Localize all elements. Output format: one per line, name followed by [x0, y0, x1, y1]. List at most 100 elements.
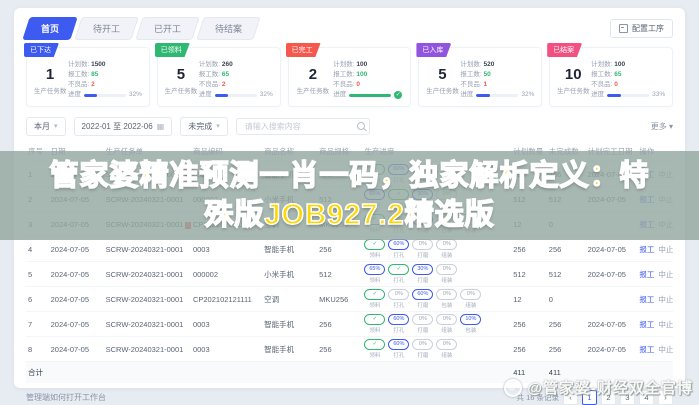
report-work-link[interactable]: 报工 — [639, 320, 654, 329]
cell-index: 6 — [26, 287, 49, 312]
stat-label: 报工数: — [68, 71, 91, 78]
cell-order: SCRW-20240321-0001 — [104, 337, 191, 362]
step-label: 打磨 — [417, 251, 428, 259]
cell-actions: 报工中止 — [637, 312, 673, 337]
step-label: 打磨 — [417, 301, 428, 309]
step-label: 打孔 — [393, 326, 404, 334]
stat-value: 65 — [222, 71, 229, 78]
report-work-link[interactable]: 报工 — [639, 245, 654, 254]
stat-card-0: 已下达1生产任务数计划数: 1500报工数: 85不良品: 2进度32% — [26, 47, 150, 107]
tab-2[interactable]: 已开工 — [135, 17, 199, 40]
cell-progress: ✓领料0%打孔60%打磨0%包装0%组装 — [362, 287, 511, 312]
cell-code: 0003 — [191, 337, 262, 362]
report-work-link[interactable]: 报工 — [639, 270, 654, 279]
status-select[interactable]: 未完成 ▾ — [180, 117, 228, 136]
stop-link[interactable]: 中止 — [658, 295, 673, 304]
stop-link[interactable]: 中止 — [658, 270, 673, 279]
order-number: SCRW-20240321-0001 — [106, 320, 184, 329]
stat-value: 50 — [483, 71, 490, 78]
process-step: ✓领料 — [364, 239, 385, 259]
step-label: 打孔 — [393, 251, 404, 259]
stop-link[interactable]: 中止 — [658, 245, 673, 254]
step-progress-chip: 0% — [412, 314, 433, 325]
stat-label: 不良品: — [68, 81, 91, 88]
stat-value: 100 — [614, 61, 625, 68]
search-input[interactable] — [243, 121, 357, 132]
tab-label: 待开工 — [93, 22, 120, 35]
date-range-picker[interactable]: 2022-01 至 2022-06 ▦ — [74, 117, 173, 136]
stat-card-1: 已领料5生产任务数计划数: 260报工数: 65不良品: 2进度32% — [157, 47, 281, 107]
step-label: 领料 — [369, 251, 380, 259]
period-select[interactable]: 本月 ▾ — [26, 117, 66, 136]
progress-label: 进度 — [333, 90, 346, 100]
promo-text: 管家婆精准预测一肖一码，独家解析定义：特 殊版JOB927.2精选版 — [14, 157, 685, 235]
top-bar: 首页 待开工 已开工 待结案 配置工序 — [26, 16, 673, 40]
stop-link[interactable]: 中止 — [658, 345, 673, 354]
step-label: 组装 — [465, 301, 476, 309]
stop-link[interactable]: 中止 — [658, 320, 673, 329]
cell-actions: 报工中止 — [637, 237, 673, 262]
tab-label: 首页 — [41, 22, 59, 35]
status-badge: 已下达 — [24, 43, 59, 57]
step-progress-chip: 60% — [388, 339, 409, 350]
step-label: 打磨 — [417, 276, 428, 284]
step-progress-chip: 65% — [364, 264, 385, 275]
status-badge: 已结案 — [547, 43, 582, 57]
stat-line: 计划数: 100 — [333, 60, 402, 70]
progress-bar — [476, 94, 518, 97]
card-caption: 生产任务数 — [557, 85, 590, 95]
cell-spec: 256 — [317, 337, 362, 362]
step-chips: ✓领料60%打孔0%打磨0%组装 — [364, 239, 509, 259]
order-number: SCRW-20240321-0001 — [106, 245, 184, 254]
process-step: ✓领料 — [364, 289, 385, 309]
cell-date: 2024-07-05 — [49, 312, 104, 337]
process-step: 0%组装 — [436, 239, 457, 259]
stat-line: 计划数: 1500 — [68, 60, 142, 70]
cell-finish-date: 2024-07-05 — [586, 237, 638, 262]
totals-label: 合计 — [26, 362, 511, 384]
stat-value: 65 — [614, 71, 621, 78]
step-label: 组装 — [441, 251, 452, 259]
step-progress-chip: 0% — [436, 239, 457, 250]
step-progress-chip: 0% — [412, 339, 433, 350]
card-value: 5 — [426, 66, 459, 83]
step-progress-chip: 0% — [388, 289, 409, 300]
process-step: 0%组装 — [436, 314, 457, 334]
config-button[interactable]: 配置工序 — [610, 19, 673, 38]
cell-order: SCRW-20240321-0001 — [104, 312, 191, 337]
card-caption: 生产任务数 — [34, 85, 67, 95]
cell-order: SCRW-20240321-0001 — [104, 262, 191, 287]
stat-cards: 已下达1生产任务数计划数: 1500报工数: 85不良品: 2进度32%已领料5… — [26, 47, 673, 107]
progress-bar — [607, 94, 649, 97]
progress-percent: 32% — [260, 90, 273, 100]
tab-label: 待结案 — [215, 22, 242, 35]
tab-1[interactable]: 待开工 — [74, 17, 138, 40]
cell-spec: 512 — [317, 262, 362, 287]
cell-actions: 报工中止 — [637, 337, 673, 362]
stat-label: 不良品: — [199, 81, 222, 88]
tab-3[interactable]: 待结案 — [196, 17, 260, 40]
status-badge: 已入库 — [416, 43, 451, 57]
step-progress-chip: ✓ — [364, 314, 385, 325]
stat-value: 100 — [356, 61, 367, 68]
tab-0[interactable]: 首页 — [22, 17, 77, 40]
process-step: ✓领料 — [364, 314, 385, 334]
stat-value: 0 — [356, 81, 360, 88]
process-step: 30%打磨 — [412, 264, 433, 284]
stat-value: 520 — [483, 61, 494, 68]
more-link[interactable]: 更多 ▾ — [651, 121, 673, 132]
step-label: 打磨 — [417, 326, 428, 334]
process-step: 0%组装 — [460, 289, 481, 309]
report-work-link[interactable]: 报工 — [639, 295, 654, 304]
report-work-link[interactable]: 报工 — [639, 345, 654, 354]
cell-index: 8 — [26, 337, 49, 362]
stat-label: 计划数: — [199, 61, 222, 68]
cell-date: 2024-07-05 — [49, 262, 104, 287]
step-label: 组装 — [441, 326, 452, 334]
cell-index: 4 — [26, 237, 49, 262]
cell-name: 智能手机 — [262, 312, 317, 337]
help-link[interactable]: 管理端如何打开工作台 — [26, 392, 106, 403]
progress-bar — [84, 94, 126, 97]
table-row: 82024-07-05SCRW-20240321-00010003智能手机256… — [26, 337, 673, 362]
promo-line-2: 殊版JOB927.2精选版 — [204, 199, 494, 231]
